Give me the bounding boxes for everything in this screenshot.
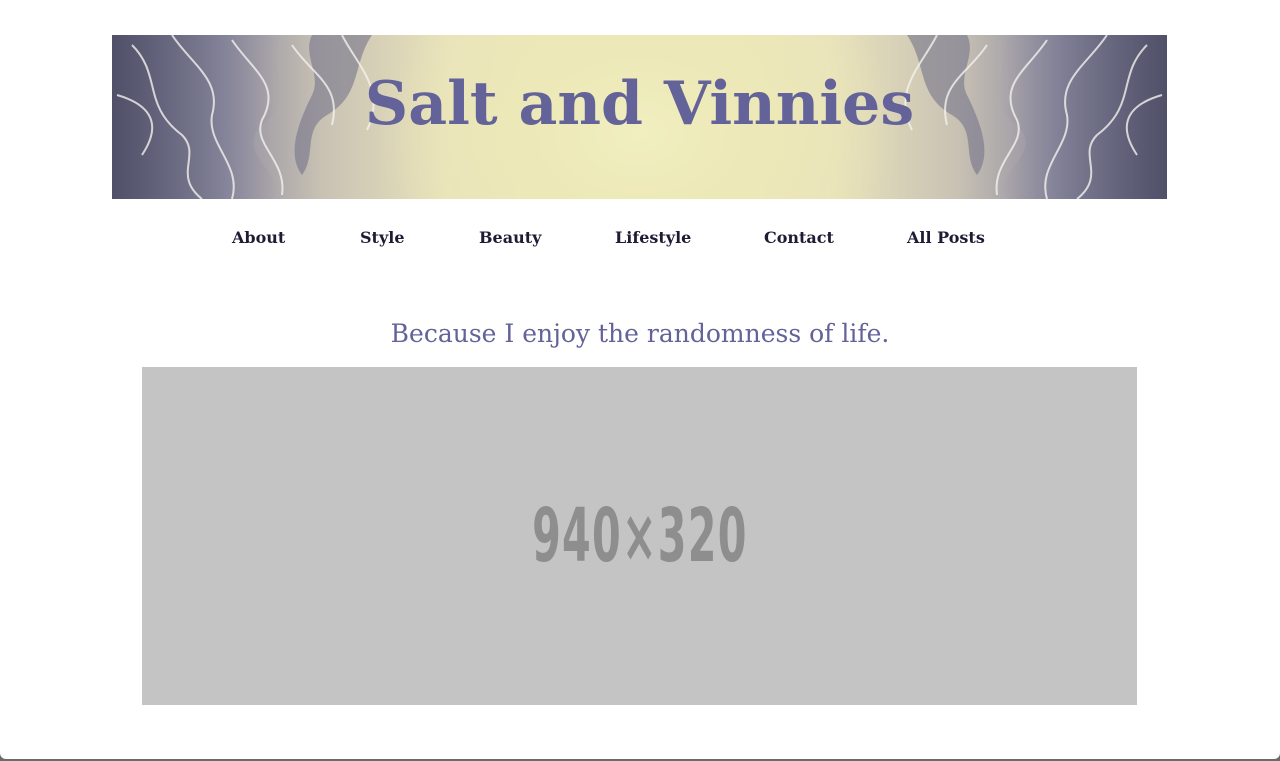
header-banner: Salt and Vinnies	[112, 35, 1167, 199]
image-placeholder: 940×320	[142, 367, 1137, 705]
nav-item-contact[interactable]: Contact	[764, 228, 834, 247]
nav-item-style[interactable]: Style	[360, 228, 405, 247]
main-nav: About Style Beauty Lifestyle Contact All…	[0, 224, 1280, 256]
nav-item-beauty[interactable]: Beauty	[479, 228, 541, 247]
nav-item-about[interactable]: About	[232, 228, 285, 247]
tagline: Because I enjoy the randomness of life.	[390, 319, 890, 348]
site-title[interactable]: Salt and Vinnies	[112, 67, 1167, 141]
page: Salt and Vinnies About Style Beauty Life…	[0, 0, 1280, 759]
nav-item-lifestyle[interactable]: Lifestyle	[615, 228, 691, 247]
image-placeholder-label: 940×320	[531, 493, 748, 579]
nav-item-all-posts[interactable]: All Posts	[907, 228, 985, 247]
